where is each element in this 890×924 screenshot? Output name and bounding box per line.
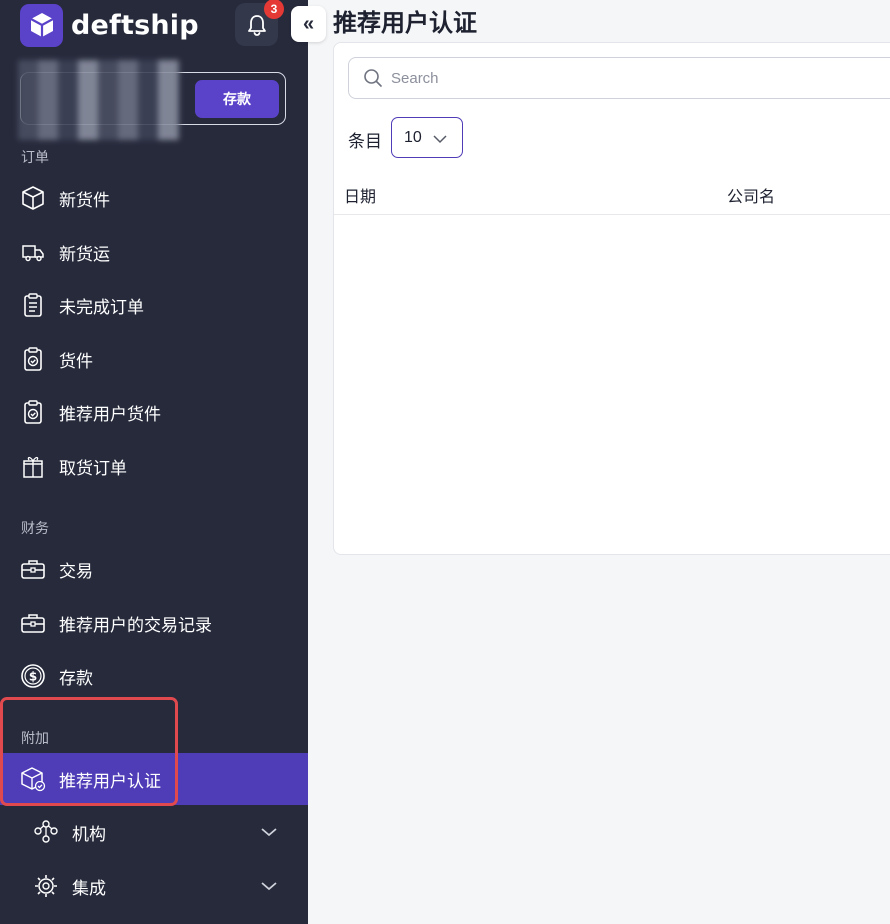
deposit-button[interactable]: 存款 bbox=[195, 80, 279, 118]
sidebar-item-label: 货件 bbox=[59, 351, 93, 371]
dollar-coin-icon: $ bbox=[20, 663, 46, 689]
sidebar-item-new-shipment[interactable]: 新货件 bbox=[0, 172, 308, 224]
sidebar-item-label: 新货运 bbox=[59, 244, 110, 264]
notification-count-badge: 3 bbox=[264, 0, 284, 19]
entries-per-page-select[interactable]: 10 bbox=[391, 117, 463, 158]
sidebar-item-transactions[interactable]: 交易 bbox=[0, 543, 308, 595]
truck-icon bbox=[20, 239, 46, 265]
sidebar-item-label: 推荐用户认证 bbox=[59, 771, 161, 791]
search-icon bbox=[364, 69, 382, 87]
app-window: deftship 3 存款 订单 新货件 新货运 未完成订单 货件 推荐用户货件… bbox=[0, 0, 890, 924]
sidebar-item-referral-shipments[interactable]: 推荐用户货件 bbox=[0, 386, 308, 438]
sidebar-item-deposit[interactable]: $ 存款 bbox=[0, 650, 308, 702]
entries-label: 条目 bbox=[348, 132, 382, 151]
sidebar-item-shipments[interactable]: 货件 bbox=[0, 333, 308, 385]
sidebar-item-label: 推荐用户货件 bbox=[59, 404, 161, 424]
table-header-divider bbox=[334, 214, 890, 215]
notifications-button[interactable]: 3 bbox=[235, 0, 284, 46]
svg-text:$: $ bbox=[29, 670, 37, 684]
sidebar: deftship 3 存款 订单 新货件 新货运 未完成订单 货件 推荐用户货件… bbox=[0, 0, 308, 924]
clipboard-check-icon bbox=[20, 346, 46, 372]
search-input[interactable] bbox=[391, 69, 791, 87]
chevron-down-icon bbox=[432, 132, 448, 150]
sidebar-item-integrations[interactable]: 集成 bbox=[0, 860, 308, 912]
section-label-extras: 附加 bbox=[21, 730, 49, 746]
blurred-balance bbox=[18, 60, 180, 140]
sidebar-item-label: 新货件 bbox=[59, 190, 110, 210]
column-header-date[interactable]: 日期 bbox=[344, 183, 376, 207]
pickup-box-icon bbox=[20, 453, 46, 479]
sidebar-item-label: 未完成订单 bbox=[59, 297, 144, 317]
briefcase-icon bbox=[20, 610, 46, 636]
sidebar-item-label: 集成 bbox=[72, 878, 106, 898]
brand[interactable]: deftship bbox=[20, 3, 199, 47]
search-box[interactable] bbox=[348, 57, 890, 99]
page-title: 推荐用户认证 bbox=[333, 10, 477, 37]
sidebar-item-label: 交易 bbox=[59, 561, 93, 581]
content-card: 条目 10 日期 公司名 bbox=[333, 42, 890, 555]
box-icon bbox=[20, 185, 46, 211]
sidebar-item-organization[interactable]: 机构 bbox=[0, 806, 308, 858]
box-verified-icon bbox=[20, 766, 46, 792]
section-label-orders: 订单 bbox=[21, 149, 49, 165]
section-label-finance: 财务 bbox=[21, 520, 49, 536]
sidebar-item-label: 机构 bbox=[72, 824, 106, 844]
sidebar-item-referral-transactions[interactable]: 推荐用户的交易记录 bbox=[0, 597, 308, 649]
chevron-down-icon bbox=[260, 823, 278, 843]
sidebar-item-incomplete-orders[interactable]: 未完成订单 bbox=[0, 279, 308, 331]
brand-name: deftship bbox=[71, 9, 199, 41]
sidebar-item-label: 取货订单 bbox=[59, 458, 127, 478]
integration-gear-icon bbox=[33, 873, 59, 899]
sidebar-item-label: 存款 bbox=[59, 668, 93, 688]
briefcase-icon bbox=[20, 556, 46, 582]
clipboard-check-icon bbox=[20, 399, 46, 425]
sidebar-item-label: 推荐用户的交易记录 bbox=[59, 615, 212, 635]
sidebar-item-new-freight[interactable]: 新货运 bbox=[0, 226, 308, 278]
clipboard-list-icon bbox=[20, 292, 46, 318]
chevron-down-icon bbox=[260, 877, 278, 897]
sidebar-item-referral-verification[interactable]: 推荐用户认证 bbox=[0, 753, 308, 805]
sidebar-item-pickup-orders[interactable]: 取货订单 bbox=[0, 440, 308, 492]
entries-value: 10 bbox=[404, 128, 422, 146]
column-header-company[interactable]: 公司名 bbox=[727, 183, 775, 207]
collapse-sidebar-button[interactable]: « bbox=[291, 6, 326, 42]
organization-icon bbox=[33, 819, 59, 845]
bell-icon bbox=[247, 14, 266, 36]
cube-logo-icon bbox=[20, 3, 63, 47]
